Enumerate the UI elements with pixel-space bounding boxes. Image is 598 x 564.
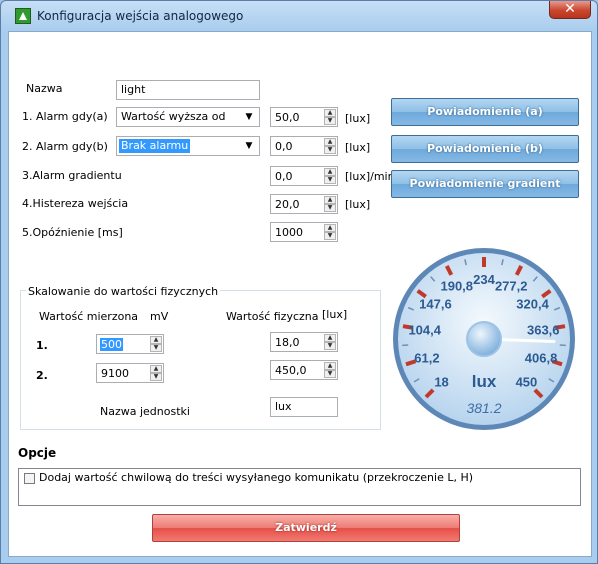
spin-down-icon[interactable]: ▼ xyxy=(324,117,336,125)
spin-down-icon[interactable]: ▼ xyxy=(324,146,336,154)
spin-up-icon[interactable]: ▲ xyxy=(324,362,336,370)
hysteresis-label: 4.Histereza wejścia xyxy=(22,197,129,210)
scaling-group-title: Skalowanie do wartości fizycznych xyxy=(26,285,221,298)
gauge-scale-label: 234 xyxy=(473,272,495,287)
unit-name-label: Nazwa jednostki xyxy=(100,405,190,418)
append-value-checkbox[interactable] xyxy=(24,473,35,484)
spin-up-icon[interactable]: ▲ xyxy=(150,336,162,344)
hysteresis-unit: [lux] xyxy=(345,198,371,211)
title-bar[interactable]: Konfiguracja wejścia analogowego ✕ xyxy=(1,1,597,31)
name-label: Nazwa xyxy=(26,82,63,95)
gauge-unit: lux xyxy=(472,372,497,391)
measured-header: Wartość mierzona xyxy=(39,310,139,323)
notify-b-button[interactable]: Powiadomienie (b) xyxy=(391,135,579,163)
gauge-scale-label: 320,4 xyxy=(516,297,549,312)
spin-up-icon[interactable]: ▲ xyxy=(324,138,336,146)
spin-down-icon[interactable]: ▼ xyxy=(324,204,336,212)
gauge-scale-label: 406,8 xyxy=(525,351,558,366)
row-2-index: 2. xyxy=(36,369,48,382)
row-1-index: 1. xyxy=(36,339,48,352)
delay-label: 5.Opóźnienie [ms] xyxy=(22,226,123,239)
gauge-scale-label: 61,2 xyxy=(414,351,439,366)
spin-down-icon[interactable]: ▼ xyxy=(324,232,336,240)
gradient-label: 3.Alarm gradientu xyxy=(22,169,122,182)
mv-header: mV xyxy=(150,310,169,323)
gradient-value-stepper[interactable]: 0,0 ▲ ▼ xyxy=(270,166,338,186)
spin-up-icon[interactable]: ▲ xyxy=(324,334,336,342)
alarm-b-select[interactable]: Brak alarmu ▼ xyxy=(116,136,260,156)
alarm-a-select[interactable]: Wartość wyższa od ▼ xyxy=(116,107,260,127)
gauge-scale-label: 450 xyxy=(516,374,538,389)
options-title: Opcje xyxy=(18,446,57,460)
gauge: 18 61,2 104,4 147,6 190,8 234 277,2 320,4 363,6 4… xyxy=(393,248,575,430)
gauge-scale-label: 18 xyxy=(434,374,448,389)
spin-up-icon[interactable]: ▲ xyxy=(324,224,336,232)
gradient-unit: [lux]/min xyxy=(345,170,395,183)
gauge-scale-label: 190,8 xyxy=(440,279,473,294)
gauge-hub xyxy=(466,321,502,357)
delay-value-stepper[interactable]: 1000 ▲ ▼ xyxy=(270,222,338,242)
window-title: Konfiguracja wejścia analogowego xyxy=(37,9,244,23)
physical-header: Wartość fizyczna xyxy=(226,310,319,323)
row-2-measured: 9100 xyxy=(101,367,129,380)
row-2-physical-stepper[interactable]: 450,0 ▲ ▼ xyxy=(270,360,338,380)
notify-a-button[interactable]: Powiadomienie (a) xyxy=(391,98,579,126)
name-field[interactable]: light xyxy=(116,80,260,100)
gauge-scale-label: 277,2 xyxy=(495,279,528,294)
row-1-physical: 18,0 xyxy=(275,336,300,349)
spin-up-icon[interactable]: ▲ xyxy=(324,196,336,204)
row-1-measured-stepper[interactable]: 500 ▲ ▼ xyxy=(96,334,164,354)
spin-down-icon[interactable]: ▼ xyxy=(324,176,336,184)
gauge-digital-readout: 381.2 xyxy=(466,400,501,416)
chevron-down-icon: ▼ xyxy=(245,141,253,151)
delay-value: 1000 xyxy=(275,226,303,239)
spin-up-icon[interactable]: ▲ xyxy=(324,109,336,117)
app-icon xyxy=(15,8,31,24)
alarm-a-label: 1. Alarm gdy(a) xyxy=(22,110,108,123)
gauge-scale-label: 104,4 xyxy=(408,323,441,338)
row-2-physical: 450,0 xyxy=(275,364,307,377)
append-value-label[interactable]: Dodaj wartość chwilową do treści wysyłan… xyxy=(39,471,473,484)
unit-name-field[interactable]: lux xyxy=(270,397,338,417)
alarm-b-selected: Brak alarmu xyxy=(119,139,191,153)
alarm-b-value: 0,0 xyxy=(275,140,293,153)
alarm-a-selected: Wartość wyższa od xyxy=(121,110,226,123)
spin-up-icon[interactable]: ▲ xyxy=(150,365,162,373)
alarm-a-unit: [lux] xyxy=(345,112,371,125)
chevron-down-icon: ▼ xyxy=(245,112,253,122)
physical-unit: [lux] xyxy=(322,308,348,321)
close-button[interactable]: ✕ xyxy=(549,1,591,19)
spin-down-icon[interactable]: ▼ xyxy=(324,342,336,350)
confirm-button[interactable]: Zatwierdź xyxy=(152,514,460,542)
alarm-a-value-stepper[interactable]: 50,0 ▲ ▼ xyxy=(270,107,338,127)
alarm-a-value: 50,0 xyxy=(275,111,300,124)
hysteresis-value: 20,0 xyxy=(275,198,300,211)
gauge-scale-label: 363,6 xyxy=(527,323,560,338)
hysteresis-value-stepper[interactable]: 20,0 ▲ ▼ xyxy=(270,194,338,214)
row-1-measured: 500 xyxy=(100,338,123,351)
spin-down-icon[interactable]: ▼ xyxy=(324,370,336,378)
alarm-b-unit: [lux] xyxy=(345,141,371,154)
spin-down-icon[interactable]: ▼ xyxy=(150,373,162,381)
spin-up-icon[interactable]: ▲ xyxy=(324,168,336,176)
gradient-value: 0,0 xyxy=(275,170,293,183)
gauge-scale-label: 147,6 xyxy=(419,297,452,312)
notify-gradient-button[interactable]: Powiadomienie gradient xyxy=(391,170,579,198)
dialog-body: Nazwa light 1. Alarm gdy(a) Wartość wyżs… xyxy=(8,31,592,557)
dialog-window: Konfiguracja wejścia analogowego ✕ Nazwa… xyxy=(0,0,598,564)
alarm-b-label: 2. Alarm gdy(b) xyxy=(22,140,108,153)
alarm-b-value-stepper[interactable]: 0,0 ▲ ▼ xyxy=(270,136,338,156)
row-2-measured-stepper[interactable]: 9100 ▲ ▼ xyxy=(96,363,164,383)
options-panel: Dodaj wartość chwilową do treści wysyłan… xyxy=(18,468,581,506)
row-1-physical-stepper[interactable]: 18,0 ▲ ▼ xyxy=(270,332,338,352)
spin-down-icon[interactable]: ▼ xyxy=(150,344,162,352)
